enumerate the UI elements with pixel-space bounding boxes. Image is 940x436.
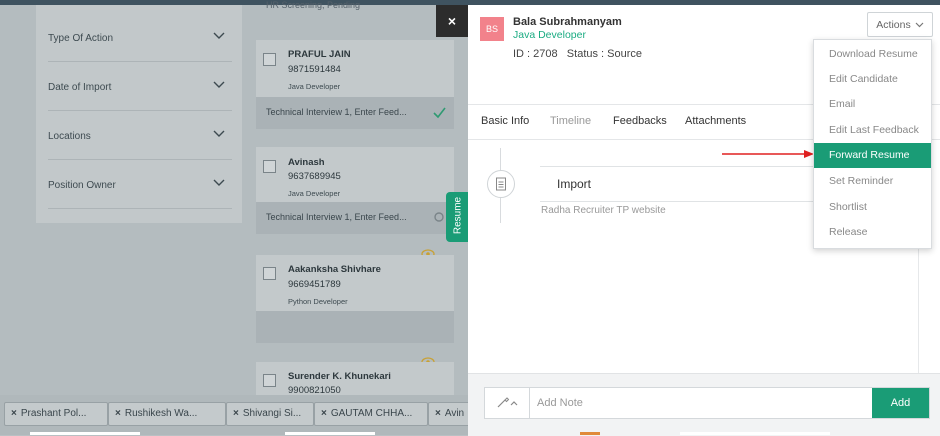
filter-label: Position Owner [48,180,116,191]
menu-item-release[interactable]: Release [814,220,931,245]
pencil-icon [497,397,518,408]
candidate-name: Surender K. Khunekari [288,371,391,382]
tab-basic-info[interactable]: Basic Info [481,115,529,127]
resume-tab[interactable]: Resume [446,192,468,242]
chevron-down-icon [213,130,225,137]
drag-icon [434,212,444,222]
stage-text: Technical Interview 1, Enter Feed... [266,107,407,117]
menu-item-shortlist[interactable]: Shortlist [814,195,931,220]
candidate-stage-bar: Technical Interview 1, Enter Feed... [256,97,454,129]
stage-summary-text: HR Screening, Pending [266,0,361,10]
candidate-role: Python Developer [288,297,348,306]
menu-item-set-reminder[interactable]: Set Reminder [814,169,931,194]
tab-feedbacks[interactable]: Feedbacks [613,115,667,127]
candidate-role: Java Developer [288,82,341,91]
candidate-name: Aakanksha Shivhare [288,264,381,275]
candidate-name: PRAFUL JAIN [288,49,351,60]
candidate-stage-bar [256,311,454,343]
filter-locations[interactable]: Locations [48,111,232,160]
tag-label: Shivangi Si... [242,408,302,419]
selected-tag[interactable]: × Prashant Pol... [4,402,108,426]
candidate-checkbox[interactable] [263,53,276,66]
candidate-phone: 9637689945 [288,171,341,182]
note-area: Add [468,373,940,436]
tag-label: Rushikesh Wa... [124,408,198,419]
annotation-arrow-icon [722,150,814,158]
timeline-node [487,170,515,198]
note-box: Add [484,387,930,419]
candidate-phone: 9871591484 [288,64,341,75]
close-icon[interactable]: × [115,408,121,419]
filter-type-of-action[interactable]: Type Of Action [48,13,232,62]
selected-tag[interactable]: × Rushikesh Wa... [108,402,226,426]
tag-label: GAUTAM CHHA... [330,408,413,419]
tag-label: Prashant Pol... [20,408,87,419]
close-icon[interactable]: × [321,408,327,419]
stage-text: Technical Interview 1, Enter Feed... [266,212,407,222]
candidate-card[interactable]: Surender K. Khunekari 9900821050 [256,362,454,397]
close-icon: × [447,13,457,29]
chevron-down-icon [213,81,225,88]
close-drawer-button[interactable]: × [436,5,468,37]
chevron-down-icon [213,179,225,186]
candidate-name: Avinash [288,157,325,168]
avatar: BS [480,17,504,41]
selected-tags-bar: × Prashant Pol... × Rushikesh Wa... × Shiva… [0,395,476,435]
menu-item-edit-candidate[interactable]: Edit Candidate [814,67,931,92]
resume-tab-label: Resume [452,196,464,235]
filter-panel: Type Of Action Date of Import Locations … [36,5,242,223]
filter-position-owner[interactable]: Position Owner [48,160,232,209]
close-icon[interactable]: × [435,408,441,419]
note-type-selector[interactable] [485,388,530,418]
filter-label: Date of Import [48,82,112,93]
candidate-name: Bala Subrahmanyam [513,16,622,28]
document-icon [496,177,506,191]
candidate-role: Java Developer [288,189,341,198]
menu-item-email[interactable]: Email [814,92,931,117]
add-note-button[interactable]: Add [872,388,929,418]
selected-tag[interactable]: × Shivangi Si... [226,402,314,426]
tab-attachments[interactable]: Attachments [685,115,746,127]
menu-item-download-resume[interactable]: Download Resume [814,42,931,67]
candidate-checkbox[interactable] [263,160,276,173]
chevron-down-icon [915,22,924,27]
selected-tag[interactable]: × GAUTAM CHHA... [314,402,428,426]
candidate-card[interactable]: PRAFUL JAIN 9871591484 Java Developer [256,40,454,98]
add-note-input[interactable] [537,388,867,418]
filter-label: Type Of Action [48,33,114,44]
candidate-card[interactable]: Avinash 9637689945 Java Developer [256,147,454,205]
candidate-card[interactable]: Aakanksha Shivhare 9669451789 Python Dev… [256,255,454,313]
candidate-phone: 9669451789 [288,279,341,290]
candidate-role: Java Developer [513,29,586,41]
chevron-down-icon [213,32,225,39]
filter-label: Locations [48,131,91,142]
tag-label: Avin [444,408,465,419]
filter-date-of-import[interactable]: Date of Import [48,62,232,111]
candidate-checkbox[interactable] [263,267,276,280]
menu-item-forward-resume[interactable]: Forward Resume [814,143,931,168]
actions-menu: Download Resume Edit Candidate Email Edi… [813,39,932,249]
check-icon [433,107,446,119]
actions-label: Actions [876,18,911,31]
tab-timeline[interactable]: Timeline [550,115,591,127]
close-icon[interactable]: × [233,408,239,419]
actions-button[interactable]: Actions [867,12,933,37]
menu-item-edit-last-feedback[interactable]: Edit Last Feedback [814,118,931,143]
timeline-event-title: Import [557,177,592,191]
candidate-checkbox[interactable] [263,374,276,387]
candidate-stage-bar: Technical Interview 1, Enter Feed... [256,202,454,234]
close-icon[interactable]: × [11,408,17,419]
candidate-id-status: ID : 2708 Status : Source [513,48,643,60]
timeline-event-source: Radha Recruiter TP website [541,205,666,216]
